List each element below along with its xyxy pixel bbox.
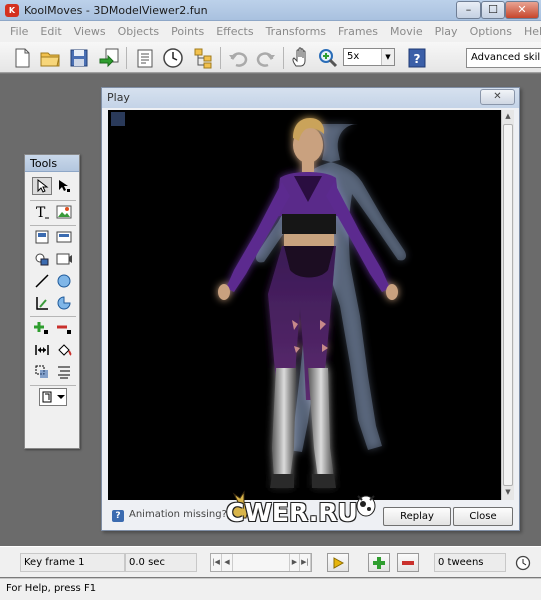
prev-frame-icon[interactable]: ◀ bbox=[222, 554, 233, 571]
paint-bucket-icon[interactable] bbox=[54, 341, 74, 359]
movie-clip-icon[interactable] bbox=[54, 250, 74, 268]
minimize-button[interactable]: – bbox=[456, 1, 481, 19]
tools-separator bbox=[30, 200, 76, 201]
arc-tool-icon[interactable] bbox=[54, 294, 74, 312]
koolmoves-icon: K bbox=[5, 4, 19, 17]
zoom-value: 5x bbox=[347, 51, 360, 62]
skill-level-select[interactable]: Advanced skills bbox=[466, 48, 541, 68]
close-button[interactable]: Close bbox=[453, 507, 513, 526]
play-window: Play ✕ ▲ ▼ ? Animation missing? Replay C… bbox=[101, 87, 520, 531]
menu-play[interactable]: Play bbox=[429, 21, 464, 42]
menu-effects[interactable]: Effects bbox=[210, 21, 259, 42]
animation-missing-link[interactable]: Animation missing? bbox=[129, 509, 227, 520]
animation-stage[interactable] bbox=[108, 110, 501, 500]
menu-options[interactable]: Options bbox=[464, 21, 518, 42]
clock-icon[interactable] bbox=[515, 555, 531, 574]
ellipse-tool-icon[interactable] bbox=[54, 272, 74, 290]
last-frame-icon[interactable]: ▶| bbox=[300, 554, 311, 571]
maximize-button[interactable]: ☐ bbox=[481, 1, 505, 19]
play-icon bbox=[333, 556, 344, 569]
add-point-icon[interactable] bbox=[32, 319, 52, 337]
3d-character-model-icon bbox=[218, 118, 406, 488]
import-icon[interactable] bbox=[97, 46, 121, 70]
menu-edit[interactable]: Edit bbox=[34, 21, 67, 42]
save-icon[interactable] bbox=[67, 46, 91, 70]
menu-objects[interactable]: Objects bbox=[112, 21, 166, 42]
first-frame-icon[interactable]: |◀ bbox=[211, 554, 222, 571]
watermark-cow-icon bbox=[356, 495, 376, 517]
replay-button[interactable]: Replay bbox=[383, 507, 451, 526]
minus-icon bbox=[402, 560, 414, 565]
scroll-down-icon[interactable]: ▼ bbox=[502, 486, 514, 499]
scroll-up-icon[interactable]: ▲ bbox=[502, 110, 514, 123]
add-frame-button[interactable] bbox=[368, 553, 390, 572]
menu-frames[interactable]: Frames bbox=[332, 21, 384, 42]
plus-icon bbox=[373, 556, 385, 569]
tools-separator bbox=[30, 316, 76, 317]
keyframe-label: Key frame 1 bbox=[20, 553, 125, 572]
image-tool-icon[interactable] bbox=[54, 203, 74, 221]
button-tool-icon[interactable] bbox=[32, 228, 52, 246]
menu-transforms[interactable]: Transforms bbox=[260, 21, 332, 42]
menu-movie[interactable]: Movie bbox=[384, 21, 429, 42]
vertical-scrollbar[interactable]: ▲ ▼ bbox=[501, 110, 514, 500]
main-toolbar: 5x ▼ ? Advanced skills bbox=[0, 42, 541, 73]
tools-palette-title: Tools bbox=[25, 155, 79, 172]
scrollbar-thumb[interactable] bbox=[503, 124, 513, 486]
tools-palette: Tools T bbox=[24, 154, 80, 449]
component-tool-icon[interactable] bbox=[32, 250, 52, 268]
play-window-title: Play bbox=[107, 91, 130, 104]
line-tool-icon[interactable] bbox=[32, 272, 52, 290]
remove-point-icon[interactable] bbox=[54, 319, 74, 337]
align-icon[interactable] bbox=[54, 363, 74, 381]
window-title: KoolMoves - 3DModelViewer2.fun bbox=[24, 4, 208, 17]
delete-frame-button[interactable] bbox=[397, 553, 419, 572]
new-file-icon[interactable] bbox=[10, 46, 34, 70]
play-close-icon[interactable]: ✕ bbox=[480, 89, 515, 105]
play-window-titlebar: Play ✕ bbox=[102, 88, 519, 108]
menu-file[interactable]: File bbox=[4, 21, 34, 42]
menu-help[interactable]: Help bbox=[518, 21, 541, 42]
time-readout: 0.0 sec bbox=[125, 553, 197, 572]
transform-icon[interactable] bbox=[32, 363, 52, 381]
fill-style-select[interactable] bbox=[39, 388, 67, 406]
frame-tool-icon[interactable] bbox=[54, 228, 74, 246]
hand-pan-icon[interactable] bbox=[289, 46, 313, 70]
text-tool-icon[interactable]: T bbox=[32, 203, 52, 221]
arrow-select-icon[interactable] bbox=[32, 177, 52, 195]
title-bar: K KoolMoves - 3DModelViewer2.fun – ☐ ✕ bbox=[0, 0, 541, 21]
toolbar-separator bbox=[126, 47, 127, 69]
play-button[interactable] bbox=[327, 553, 349, 572]
undo-icon[interactable] bbox=[226, 46, 250, 70]
menu-views[interactable]: Views bbox=[68, 21, 112, 42]
redo-icon[interactable] bbox=[254, 46, 278, 70]
tools-separator bbox=[30, 385, 76, 386]
zoom-select[interactable]: 5x ▼ bbox=[343, 48, 395, 66]
help-icon[interactable]: ? bbox=[112, 510, 124, 522]
close-window-button[interactable]: ✕ bbox=[505, 1, 539, 19]
resize-icon[interactable] bbox=[32, 341, 52, 359]
help-book-icon[interactable]: ? bbox=[405, 46, 429, 70]
open-folder-icon[interactable] bbox=[38, 46, 62, 70]
subselect-icon[interactable] bbox=[54, 177, 74, 195]
status-bar: For Help, press F1 bbox=[0, 578, 541, 600]
timeline-bar: Key frame 1 0.0 sec |◀ ◀ ▶ ▶| 0 tweens bbox=[0, 546, 541, 577]
svg-text:T: T bbox=[36, 205, 46, 220]
properties-icon[interactable] bbox=[133, 46, 157, 70]
menu-bar: File Edit Views Objects Points Effects T… bbox=[0, 21, 541, 42]
zoom-in-icon[interactable] bbox=[316, 46, 340, 70]
tweens-field[interactable]: 0 tweens bbox=[434, 553, 506, 572]
toolbar-separator bbox=[283, 47, 284, 69]
menu-points[interactable]: Points bbox=[165, 21, 210, 42]
tools-separator bbox=[30, 225, 76, 226]
watermark-text: CWER.RU bbox=[226, 498, 358, 527]
chevron-down-icon[interactable]: ▼ bbox=[381, 49, 394, 65]
hierarchy-icon[interactable] bbox=[191, 46, 215, 70]
shape-tool-icon[interactable] bbox=[32, 294, 52, 312]
timeline-clock-icon[interactable] bbox=[161, 46, 185, 70]
next-frame-icon[interactable]: ▶ bbox=[289, 554, 300, 571]
svg-text:?: ? bbox=[414, 52, 421, 66]
frame-slider[interactable]: |◀ ◀ ▶ ▶| bbox=[210, 553, 312, 572]
toolbar-separator bbox=[220, 47, 221, 69]
